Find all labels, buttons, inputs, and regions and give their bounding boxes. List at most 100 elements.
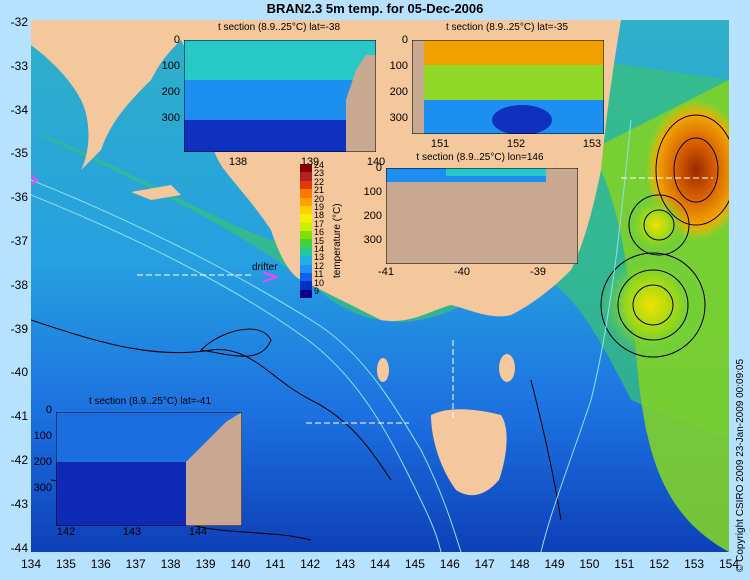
inset-title: t section (8.9..25°C) lat=-41: [88, 396, 212, 407]
inset-lat-38: t section (8.9..25°C) lat=-38 0 100 200 …: [162, 22, 386, 168]
inset-lon-146: t section (8.9..25°C) lon=146 0 100 200 …: [364, 152, 580, 282]
y-tick-label: -44: [10, 540, 28, 555]
y-tick-label: -41: [10, 409, 28, 424]
x-tick-label: 144: [369, 557, 391, 571]
y-tick-label: -38: [10, 277, 28, 292]
colorbar-segment: [300, 256, 312, 265]
colorbar-segment: [300, 189, 312, 198]
x-tick-label: 139: [195, 557, 216, 571]
colorbar-segment: [300, 289, 312, 298]
y-tick-label: -42: [10, 453, 28, 467]
x-tick-label: 137: [125, 557, 146, 571]
y-tick-label: -33: [10, 58, 28, 73]
x-tick-label: 134: [20, 557, 42, 571]
inset-xtick: 138: [228, 156, 248, 168]
section-warm: [412, 40, 604, 65]
inset-ytick: 100: [363, 186, 382, 198]
inset-xtick: 153: [582, 138, 602, 150]
colorbar-segment: [300, 172, 312, 181]
colorbar-segment: [300, 222, 312, 231]
colorbar-segment: [300, 281, 312, 290]
x-tick-label: 145: [404, 557, 425, 571]
inset-ytick: 0: [45, 404, 52, 416]
colorbar-segment: [300, 205, 312, 215]
inset-xtick: -40: [454, 266, 470, 278]
inset-ytick: 0: [401, 34, 408, 46]
inset-xtick: 139: [300, 156, 320, 168]
x-tick-label: 142: [300, 557, 321, 571]
colorbar-segment: [300, 247, 312, 257]
x-tick-label: 138: [160, 557, 181, 571]
inset-section-plot: [184, 40, 376, 152]
inset-ytick: 300: [33, 482, 52, 494]
drifter-label: drifter: [252, 262, 278, 273]
inset-ytick: 0: [173, 34, 180, 46]
colorbar-segment: [300, 197, 312, 206]
x-tick-label: 140: [230, 557, 251, 571]
inset-ytick: 300: [363, 234, 382, 246]
colorbar-tick-label: 9: [314, 286, 320, 296]
section-seabed: [386, 168, 578, 264]
y-tick-label: -34: [10, 102, 28, 117]
section-mid: [412, 65, 604, 100]
section-warm: [184, 40, 376, 80]
y-tick-label: -39: [10, 321, 28, 336]
y-tick-label: -37: [10, 234, 28, 248]
section-warm: [446, 168, 546, 176]
king-island: [377, 358, 389, 382]
inset-section-plot: [412, 40, 604, 134]
x-tick-label: 153: [684, 557, 705, 571]
inset-lat-35: t section (8.9..25°C) lat=-35 0 100 200 …: [390, 22, 608, 162]
inset-title: t section (8.9..25°C) lon=146: [416, 152, 544, 163]
inset-ytick: 100: [161, 60, 180, 72]
inset-xtick: 151: [430, 138, 450, 150]
inset-ytick: 300: [161, 112, 180, 124]
inset-section-plot: [56, 412, 242, 526]
map-title: BRAN2.3 5m temp. for 05-Dec-2006: [266, 1, 484, 16]
inset-xtick: 152: [506, 138, 526, 150]
inset-xtick: -41: [378, 266, 394, 278]
warm-eddy-mid: [626, 195, 686, 255]
y-tick-label: -35: [10, 146, 28, 161]
x-tick-label: 141: [265, 557, 286, 571]
warm-eddy-south: [601, 250, 701, 360]
inset-ytick: 0: [375, 162, 382, 174]
inset-ytick: 200: [389, 86, 408, 98]
y-tick-label: -43: [10, 496, 28, 511]
inset-ytick: 100: [389, 60, 408, 72]
colorbar-segment: [300, 214, 312, 223]
inset-lat-41: t section (8.9..25°C) lat=-41 0 100 200 …: [34, 396, 250, 538]
x-tick-label: 152: [649, 557, 670, 571]
y-tick-label: -36: [10, 190, 28, 205]
inset-xtick: 144: [188, 526, 208, 538]
inset-title: t section (8.9..25°C) lat=-38: [217, 22, 341, 33]
colorbar-segment: [300, 239, 312, 248]
inset-xtick: 142: [56, 526, 76, 538]
x-tick-label: 150: [579, 557, 600, 571]
x-tick-label: 149: [544, 557, 565, 571]
inset-section-plot: [386, 168, 578, 264]
x-tick-label: 136: [90, 557, 111, 571]
colorbar: [300, 164, 312, 298]
colorbar-segment: [300, 272, 312, 282]
inset-ytick: 300: [389, 112, 408, 124]
x-tick-label: 147: [474, 557, 495, 571]
x-tick-label: 151: [614, 557, 635, 571]
inset-xtick: 143: [122, 526, 142, 538]
x-tick-label: 135: [55, 557, 76, 571]
x-tick-label: 148: [509, 557, 530, 571]
inset-ytick: 200: [363, 210, 382, 222]
section-seabed: [412, 40, 424, 134]
y-tick-label: -40: [10, 365, 28, 380]
inset-ytick: 200: [161, 86, 180, 98]
colorbar-segment: [300, 180, 312, 190]
inset-xtick: -39: [530, 266, 546, 278]
x-tick-label: 143: [335, 557, 356, 571]
flinders-island: [499, 354, 515, 382]
section-cold-core: [492, 105, 552, 134]
x-tick-label: 146: [439, 557, 460, 571]
inset-ytick: 100: [33, 430, 52, 442]
copyright-text: © Copyright CSIRO 2009 23-Jan-2009 00:09…: [735, 358, 746, 572]
colorbar-segment: [300, 231, 312, 240]
inset-ytick: 200: [33, 456, 52, 468]
